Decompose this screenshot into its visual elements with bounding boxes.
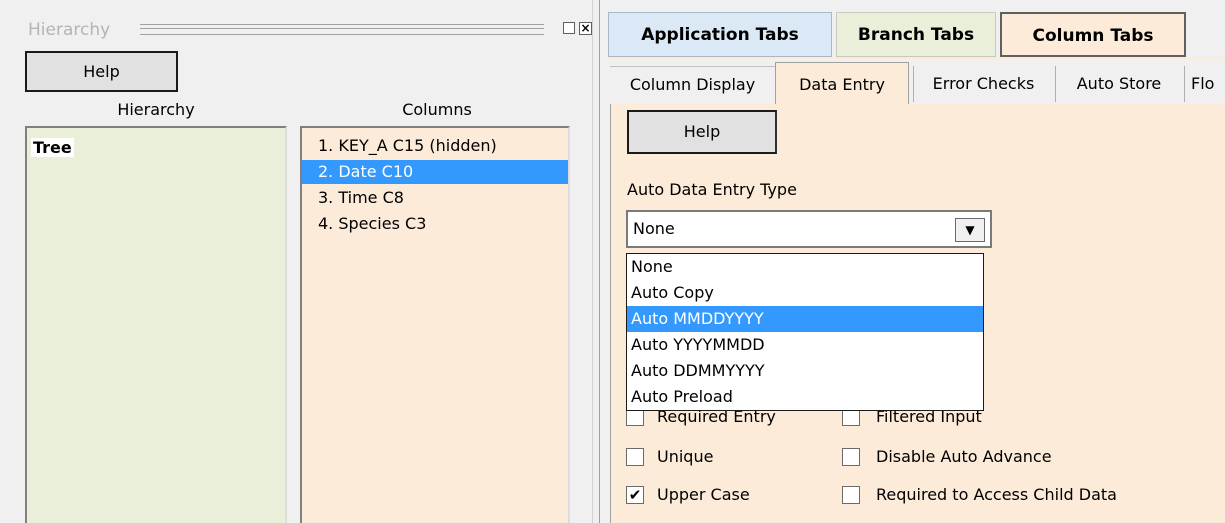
hierarchy-help-button[interactable]: Help [25, 51, 178, 92]
chevron-down-icon[interactable]: ▼ [955, 218, 985, 242]
columns-list[interactable]: 1. KEY_A C15 (hidden) 2. Date C10 3. Tim… [300, 126, 570, 523]
upper-case-label: Upper Case [657, 485, 750, 504]
hierarchy-titlebar[interactable]: Hierarchy × [28, 18, 592, 42]
tab-branch[interactable]: Branch Tabs [836, 12, 996, 57]
disable-auto-advance-label: Disable Auto Advance [876, 447, 1052, 466]
column-item-time[interactable]: 3. Time C8 [302, 186, 568, 210]
restore-icon[interactable] [563, 22, 575, 34]
hierarchy-header: Hierarchy [117, 100, 195, 119]
option-auto-copy[interactable]: Auto Copy [627, 280, 983, 306]
subtab-auto-store[interactable]: Auto Store [1055, 66, 1182, 102]
drag-grip[interactable] [140, 24, 544, 35]
required-child-checkbox[interactable] [842, 486, 860, 504]
option-none[interactable]: None [627, 254, 983, 280]
auto-data-entry-label: Auto Data Entry Type [627, 180, 797, 199]
data-entry-page: Help Auto Data Entry Type None ▼ Require… [610, 104, 1225, 523]
option-auto-preload[interactable]: Auto Preload [627, 384, 983, 410]
tab-divider [608, 57, 1225, 59]
subtab-flo[interactable]: Flo [1184, 66, 1225, 102]
hierarchy-panel: Hierarchy × Help Hierarchy Columns Tree … [0, 0, 592, 523]
unique-label: Unique [657, 447, 714, 466]
disable-auto-advance-checkbox[interactable] [842, 448, 860, 466]
data-entry-help-button[interactable]: Help [627, 110, 777, 154]
unique-checkbox[interactable] [626, 448, 644, 466]
auto-data-entry-select[interactable]: None ▼ [626, 210, 992, 248]
required-child-label: Required to Access Child Data [876, 485, 1117, 504]
panel-splitter[interactable] [592, 0, 600, 523]
checkmark-icon: ✔ [628, 486, 642, 504]
hierarchy-tree[interactable]: Tree [25, 126, 287, 523]
subtab-error-checks[interactable]: Error Checks [913, 66, 1053, 102]
tab-application[interactable]: Application Tabs [608, 12, 832, 57]
subtab-strip: Column Display Data Entry Error Checks A… [610, 62, 1225, 104]
column-item-date[interactable]: 2. Date C10 [302, 160, 568, 184]
subtab-data-entry[interactable]: Data Entry [775, 62, 909, 104]
tree-root-node[interactable]: Tree [31, 138, 74, 157]
tab-column[interactable]: Column Tabs [1000, 12, 1186, 57]
auto-data-entry-dropdown-list[interactable]: None Auto Copy Auto MMDDYYYY Auto YYYYMM… [626, 253, 984, 411]
tabs-panel: Application Tabs Branch Tabs Column Tabs… [600, 0, 1225, 523]
select-value: None [633, 219, 675, 238]
close-icon[interactable]: × [579, 22, 592, 35]
subtab-column-display[interactable]: Column Display [610, 66, 775, 102]
column-item-key-a[interactable]: 1. KEY_A C15 (hidden) [302, 134, 568, 158]
upper-case-checkbox[interactable]: ✔ [626, 486, 644, 504]
option-auto-ddmmyyyy[interactable]: Auto DDMMYYYY [627, 358, 983, 384]
column-item-species[interactable]: 4. Species C3 [302, 212, 568, 236]
panel-title: Hierarchy [28, 20, 111, 40]
option-auto-yyyymmdd[interactable]: Auto YYYYMMDD [627, 332, 983, 358]
option-auto-mmddyyyy[interactable]: Auto MMDDYYYY [627, 306, 983, 332]
columns-header: Columns [402, 100, 472, 119]
